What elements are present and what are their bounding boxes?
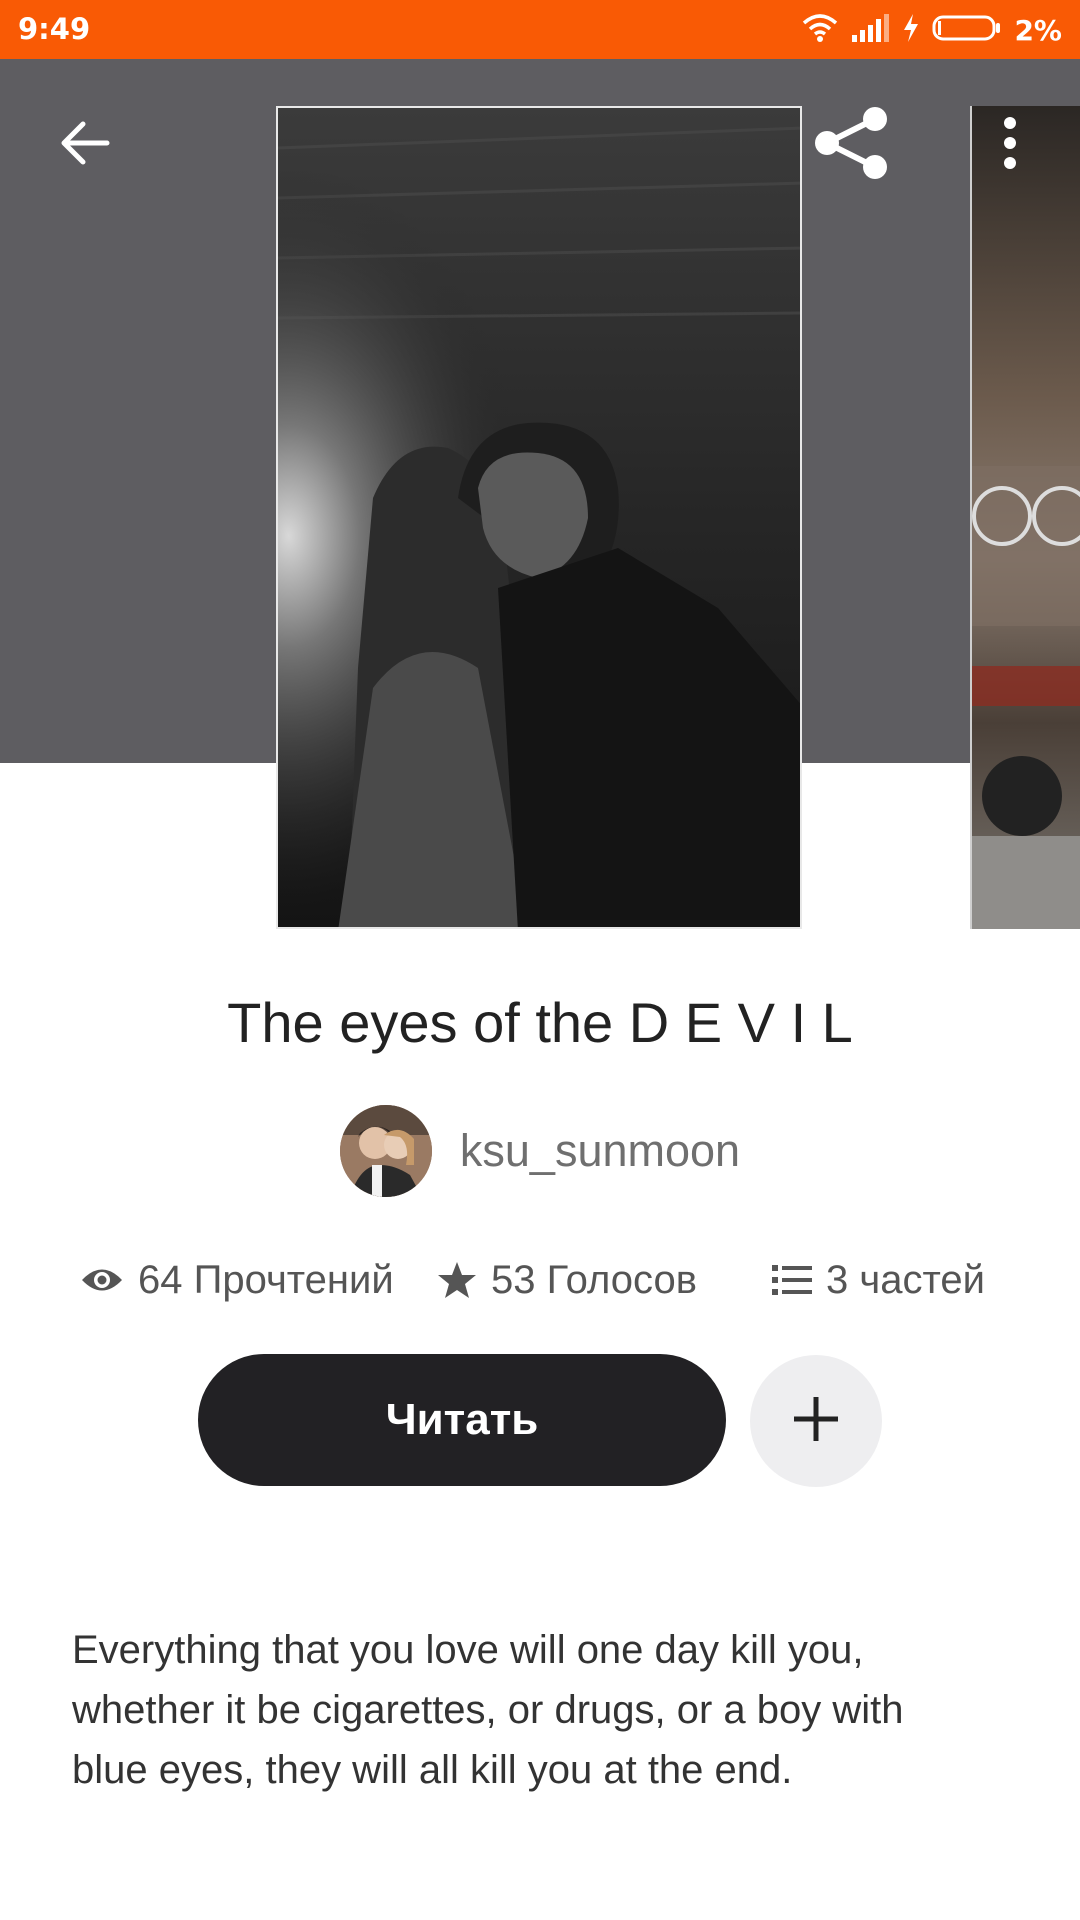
wifi-icon xyxy=(802,13,838,48)
plus-icon xyxy=(791,1394,841,1449)
story-description: Everything that you love will one day ki… xyxy=(72,1628,904,1792)
reads-stat: 64 Прочтений xyxy=(80,1250,394,1310)
story-stats: 64 Прочтений 53 Голосов 3 частей xyxy=(0,1250,1080,1310)
parts-stat[interactable]: 3 частей xyxy=(772,1250,985,1310)
status-bar: 9:49 2% xyxy=(0,0,1080,59)
story-title: The eyes of the D E V I L xyxy=(227,991,853,1054)
charging-icon xyxy=(902,13,920,48)
author-name[interactable]: ksu_sunmoon xyxy=(460,1125,740,1177)
status-icons: 2% xyxy=(802,10,1062,50)
author-row[interactable]: ksu_sunmoon xyxy=(0,1105,1080,1197)
add-to-library-button[interactable] xyxy=(750,1355,882,1487)
signal-icon xyxy=(850,13,890,48)
battery-icon xyxy=(932,14,1002,47)
share-button[interactable] xyxy=(806,100,896,190)
status-time: 9:49 xyxy=(18,12,91,46)
reads-count: 64 Прочтений xyxy=(138,1257,394,1302)
list-icon xyxy=(772,1263,812,1297)
battery-percent: 2% xyxy=(1014,13,1062,47)
share-icon xyxy=(813,105,889,186)
votes-count: 53 Голосов xyxy=(491,1257,697,1302)
more-options-button[interactable] xyxy=(975,100,1045,190)
story-cover-image[interactable] xyxy=(276,106,802,929)
eye-icon xyxy=(80,1265,124,1295)
author-avatar[interactable] xyxy=(339,1105,432,1197)
back-button[interactable] xyxy=(40,100,130,190)
parts-count[interactable]: 3 частей xyxy=(826,1258,985,1303)
votes-stat: 53 Голосов xyxy=(437,1250,697,1310)
star-icon xyxy=(437,1260,477,1300)
arrow-left-icon xyxy=(59,119,111,172)
more-vertical-icon xyxy=(1002,116,1018,174)
next-story-cover[interactable] xyxy=(970,106,1080,929)
read-button[interactable]: Читать xyxy=(198,1354,726,1486)
